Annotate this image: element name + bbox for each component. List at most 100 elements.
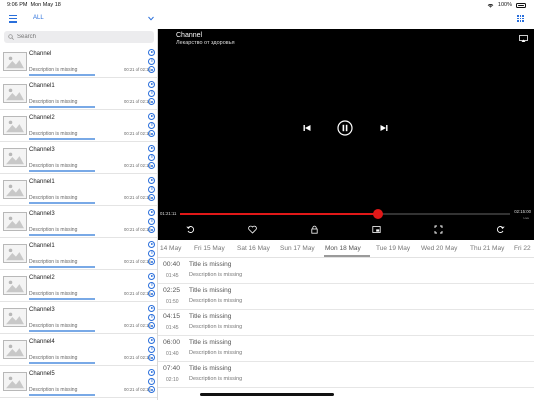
- date-tab[interactable]: Fri 22: [514, 245, 531, 252]
- record-icon[interactable]: [148, 162, 155, 169]
- play-icon[interactable]: [148, 49, 155, 56]
- active-date-indicator: [324, 255, 370, 257]
- date-tab[interactable]: Thu 21 May: [470, 245, 504, 252]
- info-icon[interactable]: [148, 281, 155, 289]
- date-tab[interactable]: Mon 18 May: [325, 245, 361, 252]
- channel-progress: [29, 202, 95, 204]
- info-icon[interactable]: [148, 121, 155, 129]
- info-icon[interactable]: [148, 185, 155, 193]
- search-input[interactable]: [17, 34, 137, 40]
- record-icon[interactable]: [148, 130, 155, 137]
- program-row[interactable]: 02:25 01:50 Title is missing Description is…: [158, 284, 534, 310]
- channel-time: 00:21 of 02:15: [124, 355, 151, 360]
- image-placeholder-icon: [3, 276, 27, 295]
- forward-icon[interactable]: [496, 225, 505, 234]
- play-icon[interactable]: [148, 145, 155, 152]
- play-icon[interactable]: [148, 241, 155, 248]
- fullscreen-icon[interactable]: [434, 225, 443, 234]
- lock-icon[interactable]: [310, 225, 319, 234]
- channel-description: Description is missing: [29, 323, 78, 329]
- channel-time: 00:21 of 02:15: [124, 195, 151, 200]
- program-start-time: 00:40: [163, 261, 181, 268]
- program-description: Description is missing: [189, 376, 243, 382]
- program-row[interactable]: 06:00 01:40 Title is missing Description is…: [158, 336, 534, 362]
- record-icon[interactable]: [148, 354, 155, 361]
- info-icon[interactable]: [148, 313, 155, 321]
- play-icon[interactable]: [148, 273, 155, 280]
- play-icon[interactable]: [148, 209, 155, 216]
- channel-row[interactable]: Channel3 Description is missing 00:21 of 0…: [0, 206, 157, 238]
- record-icon[interactable]: [148, 322, 155, 329]
- seek-handle[interactable]: [373, 209, 383, 219]
- channel-time: 00:21 of 02:15: [124, 323, 151, 328]
- battery-icon: [516, 2, 526, 8]
- picture-in-picture-icon[interactable]: [372, 225, 381, 234]
- record-icon[interactable]: [148, 194, 155, 201]
- channel-row[interactable]: Channel1 Description is missing 00:21 of 0…: [0, 78, 157, 110]
- record-icon[interactable]: [148, 290, 155, 297]
- play-icon[interactable]: [148, 337, 155, 344]
- airplay-icon[interactable]: [519, 35, 528, 42]
- channel-row[interactable]: Channel3 Description is missing 00:21 of 0…: [0, 142, 157, 174]
- program-row[interactable]: 00:40 01:45 Title is missing Description is…: [158, 258, 534, 284]
- image-placeholder-icon: [3, 84, 27, 103]
- play-icon[interactable]: [148, 369, 155, 376]
- chevron-down-icon[interactable]: [148, 16, 154, 21]
- info-icon[interactable]: [148, 377, 155, 385]
- play-icon[interactable]: [148, 113, 155, 120]
- video-player[interactable]: Channel Лекарство от здоровья 01:21:11 0…: [158, 29, 534, 240]
- replay-icon[interactable]: [186, 225, 195, 234]
- play-icon[interactable]: [148, 177, 155, 184]
- program-row[interactable]: 07:40 02:10 Title is missing Description is…: [158, 362, 534, 388]
- channel-row[interactable]: Channel2 Description is missing 00:21 of 0…: [0, 270, 157, 302]
- date-tab[interactable]: Wed 20 May: [421, 245, 457, 252]
- channel-description: Description is missing: [29, 163, 78, 169]
- program-title: Title is missing: [189, 339, 232, 346]
- channel-row[interactable]: Channel1 Description is missing 00:21 of 0…: [0, 238, 157, 270]
- channel-row[interactable]: Channel1 Description is missing 00:21 of 0…: [0, 174, 157, 206]
- channel-list: Channel Description is missing 00:21 of 02…: [0, 46, 157, 398]
- program-row[interactable]: 04:15 01:45 Title is missing Description is…: [158, 310, 534, 336]
- channel-row[interactable]: Channel4 Description is missing 00:21 of 0…: [0, 334, 157, 366]
- skip-previous-icon[interactable]: [303, 124, 311, 132]
- date-tab[interactable]: Tue 19 May: [376, 245, 410, 252]
- play-icon[interactable]: [148, 305, 155, 312]
- heart-icon[interactable]: [248, 225, 257, 234]
- channel-row[interactable]: Channel3 Description is missing 00:21 of 0…: [0, 302, 157, 334]
- channel-progress: [29, 266, 95, 268]
- seek-bar[interactable]: [180, 209, 510, 219]
- date-tab[interactable]: Sat 16 May: [237, 245, 270, 252]
- record-icon[interactable]: [148, 386, 155, 393]
- info-icon[interactable]: [148, 249, 155, 257]
- info-icon[interactable]: [148, 153, 155, 161]
- channel-row[interactable]: Channel5 Description is missing 00:21 of 0…: [0, 366, 157, 398]
- pause-icon[interactable]: [337, 120, 353, 136]
- channel-progress: [29, 362, 95, 364]
- skip-next-icon[interactable]: [380, 124, 388, 132]
- info-icon[interactable]: [148, 89, 155, 97]
- date-tab[interactable]: Fri 15 May: [194, 245, 225, 252]
- record-icon[interactable]: [148, 66, 155, 73]
- record-icon[interactable]: [148, 258, 155, 265]
- channel-row[interactable]: Channel Description is missing 00:21 of 02…: [0, 46, 157, 78]
- info-icon[interactable]: [148, 57, 155, 65]
- record-icon[interactable]: [148, 98, 155, 105]
- program-start-time: 06:00: [163, 339, 181, 346]
- channel-row[interactable]: Channel2 Description is missing 00:21 of 0…: [0, 110, 157, 142]
- record-icon[interactable]: [148, 226, 155, 233]
- channel-time: 00:21 of 02:15: [124, 227, 151, 232]
- play-icon[interactable]: [148, 81, 155, 88]
- search-bar[interactable]: [4, 31, 154, 43]
- date-tab[interactable]: 14 May: [160, 245, 181, 252]
- filter-label[interactable]: ALL: [33, 15, 44, 21]
- date-tab[interactable]: Sun 17 May: [280, 245, 315, 252]
- info-icon[interactable]: [148, 345, 155, 353]
- grid-view-icon[interactable]: [517, 15, 524, 22]
- channel-name: Channel4: [29, 339, 55, 345]
- program-title: Title is missing: [189, 287, 232, 294]
- info-icon[interactable]: [148, 217, 155, 225]
- channel-description: Description is missing: [29, 195, 78, 201]
- status-time: 9:06 PM: [7, 2, 28, 8]
- menu-icon[interactable]: [9, 15, 17, 23]
- live-label: Live: [523, 216, 529, 220]
